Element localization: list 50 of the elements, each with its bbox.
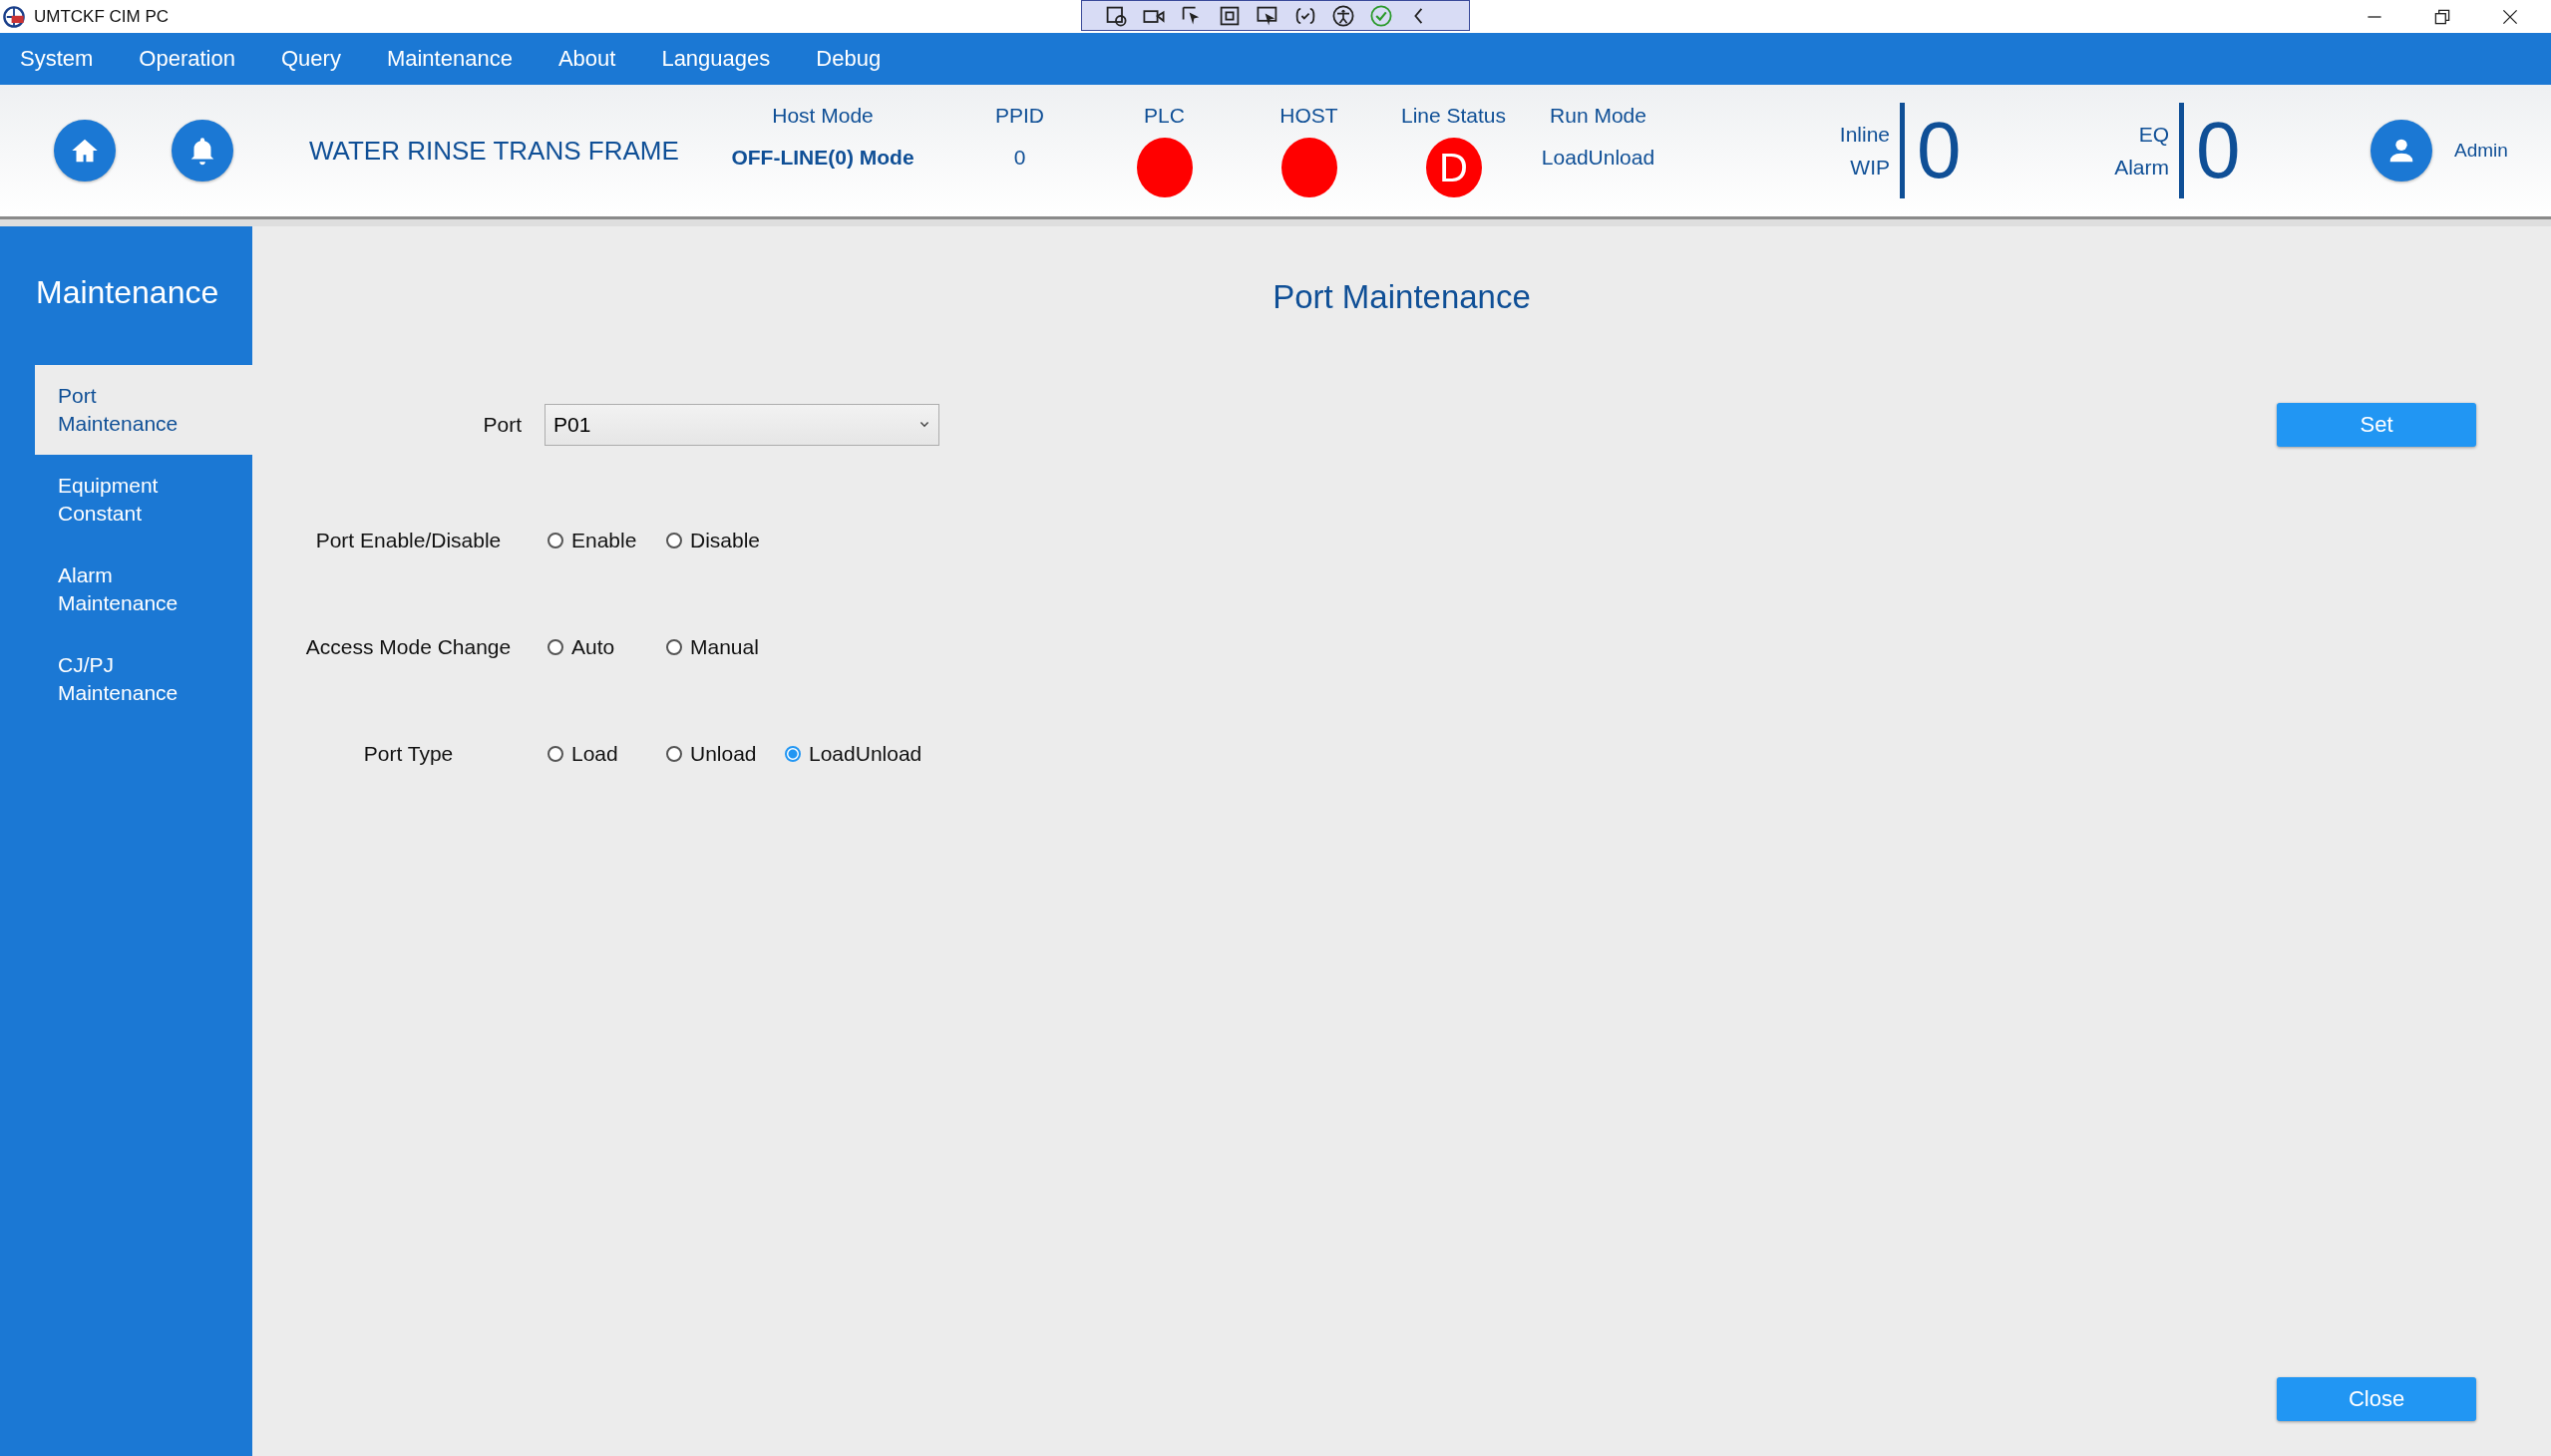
menu-item[interactable]: Maintenance xyxy=(386,46,513,72)
status-lamp-letter: D xyxy=(1425,138,1482,197)
sidebar-item[interactable]: Equipment Constant xyxy=(35,455,252,545)
counter-value: 0 xyxy=(2195,105,2242,196)
user-avatar-button[interactable] xyxy=(2370,120,2432,182)
page-title: Port Maintenance xyxy=(1273,278,1531,316)
status-label: Host Mode xyxy=(772,104,874,128)
sidebar-item[interactable]: CJ/PJ Maintenance xyxy=(35,634,252,724)
notification-button[interactable] xyxy=(172,120,233,182)
check-icon[interactable] xyxy=(1369,3,1393,28)
field-label: Port xyxy=(482,413,522,437)
field-label: Access Mode Change xyxy=(304,634,513,659)
menu-item[interactable]: System xyxy=(20,46,94,72)
radio-option[interactable]: Manual xyxy=(666,634,765,659)
radio-option[interactable]: Auto xyxy=(547,634,646,659)
status-value: OFF-LINE(0) Mode xyxy=(731,145,914,171)
window-title: UMTCKF CIM PC xyxy=(34,6,170,27)
menu-item[interactable]: Query xyxy=(281,46,341,72)
radio-option[interactable]: Unload xyxy=(666,741,765,766)
status-label: PLC xyxy=(1144,104,1185,128)
sidebar-title: Maintenance xyxy=(35,273,220,312)
sidebar-item[interactable]: Port Maintenance xyxy=(35,365,252,455)
user-name: Admin xyxy=(2454,140,2508,162)
field-label: Port Type xyxy=(362,741,455,766)
close-button[interactable]: Close xyxy=(2277,1377,2476,1421)
counter-value: 0 xyxy=(1916,105,1963,196)
status-label: HOST xyxy=(1279,104,1338,128)
accessibility-icon[interactable] xyxy=(1331,3,1355,28)
radio-option[interactable]: Disable xyxy=(666,528,765,552)
home-button[interactable] xyxy=(54,120,116,182)
app-icon xyxy=(2,4,26,29)
radio-option[interactable]: LoadUnload xyxy=(785,741,922,766)
menu-item[interactable]: About xyxy=(557,46,616,72)
counter-label: Inline WIP xyxy=(1820,103,1905,198)
status-value: 0 xyxy=(1013,145,1026,171)
radio-option[interactable]: Load xyxy=(547,741,646,766)
sidebar-item[interactable]: Alarm Maintenance xyxy=(35,545,252,634)
port-dropdown[interactable]: P01 xyxy=(545,404,939,446)
field-label: Port Enable/Disable xyxy=(314,528,503,552)
menu-item[interactable]: Languages xyxy=(661,46,771,72)
status-label: PPID xyxy=(995,104,1044,128)
status-label: Line Status xyxy=(1400,104,1507,128)
radio-option[interactable]: Enable xyxy=(547,528,646,552)
status-value: LoadUnload xyxy=(1541,145,1655,171)
status-label: Run Mode xyxy=(1550,104,1646,128)
menu-item[interactable]: Operation xyxy=(139,46,235,72)
menu-item[interactable]: Debug xyxy=(816,46,882,72)
set-button[interactable]: Set xyxy=(2277,403,2476,447)
counter-label: EQ Alarm xyxy=(2099,103,2184,198)
equipment-title: WATER RINSE TRANS FRAME xyxy=(309,135,680,167)
